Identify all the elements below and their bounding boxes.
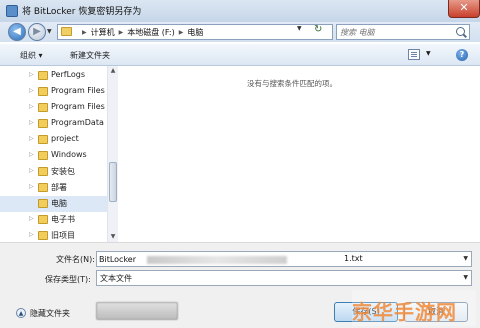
nav-scrollbar[interactable]: ▲ ▼ [107,66,118,242]
folder-icon [38,231,48,240]
file-list[interactable]: 没有与搜索条件匹配的项。 [119,66,480,242]
breadcrumb-separator-icon[interactable]: ▶ [179,29,184,36]
close-button[interactable]: ✕ [448,0,480,18]
breadcrumb: ▶ 计算机 ▶ 本地磁盘 (F:) ▶ 电脑 [78,27,203,38]
search-icon[interactable] [456,27,465,36]
folder-icon [38,151,48,160]
nav-item-label: 电脑 [51,199,67,208]
collapse-icon[interactable]: ▲ [16,308,26,318]
breadcrumb-drive[interactable]: 本地磁盘 (F:) [127,27,174,38]
nav-item-label: project [51,134,79,143]
title-bar: 将 BitLocker 恢复密钥另存为 ✕ [0,0,480,22]
nav-item-programdata[interactable]: ▷ ProgramData [0,116,108,132]
address-history-dropdown-icon[interactable]: ▼ [297,25,302,32]
nav-item-label: PerfLogs [51,70,86,79]
nav-item-windows[interactable]: ▷ Windows [0,148,108,164]
folder-icon [38,87,48,96]
nav-item-ebooks[interactable]: ▷ 电子书 [0,212,108,228]
organize-menu-button[interactable]: 组织 ▾ [20,50,43,61]
breadcrumb-separator-icon[interactable]: ▶ [119,29,124,36]
nav-item-computer-folder[interactable]: 电脑 [0,196,108,212]
filename-dropdown-icon[interactable]: ▼ [463,255,468,262]
hide-folders-label: 隐藏文件夹 [30,309,70,318]
toolbar: 组织 ▾ 新建文件夹 ▼ ? [0,44,480,66]
nav-item-label: Windows [51,150,87,159]
redacted-filename-segment [147,256,287,264]
back-button[interactable]: ◀ [8,23,26,41]
view-dropdown-icon[interactable]: ▼ [426,50,431,57]
filetype-dropdown-icon[interactable]: ▼ [463,274,468,281]
scrollbar-thumb[interactable] [109,162,117,202]
nav-item-label: ProgramData [51,118,104,127]
expand-arrow-icon[interactable]: ▷ [29,87,34,94]
filetype-select[interactable]: 文本文件 ▼ [96,270,472,286]
nav-item-label: 旧项目 [51,231,75,240]
forward-button[interactable]: ▶ [28,23,46,41]
search-box[interactable] [336,24,470,40]
filename-field[interactable]: 1.txt ▼ [96,251,472,267]
navigation-pane: ▷ PerfLogs ▷ Program Files ▷ Program Fil… [0,66,118,242]
expand-arrow-icon[interactable]: ▷ [29,119,34,126]
folder-icon [38,135,48,144]
expand-arrow-icon[interactable]: ▷ [29,103,34,110]
expand-arrow-icon[interactable]: ▷ [29,151,34,158]
expand-arrow-icon[interactable]: ▷ [29,231,34,238]
folder-icon [38,119,48,128]
recent-pages-dropdown-icon[interactable]: ▼ [47,28,52,35]
folder-icon [38,167,48,176]
redacted-button [96,302,178,320]
filename-label: 文件名(N): [56,255,95,264]
watermark-text: 京华手游网 [352,300,457,324]
folder-icon [38,183,48,192]
expand-arrow-icon[interactable]: ▷ [29,135,34,142]
breadcrumb-computer[interactable]: 计算机 [91,27,115,38]
help-icon[interactable]: ? [456,49,468,61]
expand-arrow-icon[interactable]: ▷ [29,167,34,174]
folder-icon [38,199,48,208]
nav-item-label: 安装包 [51,167,75,176]
nav-item-program-files[interactable]: ▷ Program Files [0,84,108,100]
expand-arrow-icon[interactable]: ▷ [29,183,34,190]
nav-item-project[interactable]: ▷ project [0,132,108,148]
nav-item-label: Program Files [51,102,105,111]
refresh-icon[interactable]: ↻ [314,24,322,35]
nav-item-label: 部署 [51,183,67,192]
nav-item-label: 电子书 [51,215,75,224]
expand-arrow-icon[interactable]: ▷ [29,215,34,222]
nav-item-program-files-x86[interactable]: ▷ Program Files [0,100,108,116]
nav-item-perflogs[interactable]: ▷ PerfLogs [0,68,108,84]
view-options-icon[interactable] [408,49,420,60]
scroll-down-icon[interactable]: ▼ [108,232,118,242]
filetype-label: 保存类型(T): [45,275,91,284]
folder-icon [38,71,48,80]
nav-item-installers[interactable]: ▷ 安装包 [0,164,108,180]
nav-item-label: Program Files [51,86,105,95]
expand-arrow-icon[interactable]: ▷ [29,71,34,78]
breadcrumb-separator-icon[interactable]: ▶ [82,29,87,36]
nav-item-deploy[interactable]: ▷ 部署 [0,180,108,196]
filename-extension: 1.txt [344,254,363,263]
empty-results-message: 没有与搜索条件匹配的项。 [247,79,337,88]
breadcrumb-folder[interactable]: 电脑 [187,27,203,38]
folder-icon [38,215,48,224]
window-title: 将 BitLocker 恢复密钥另存为 [22,7,142,17]
new-folder-button[interactable]: 新建文件夹 [70,50,110,61]
filetype-value: 文本文件 [100,274,132,283]
search-input[interactable] [340,26,452,38]
app-icon [6,5,18,17]
folder-icon [61,27,72,36]
folder-icon [38,103,48,112]
address-bar[interactable]: ▶ 计算机 ▶ 本地磁盘 (F:) ▶ 电脑 [57,24,333,40]
site-watermark: 京华手游网 [352,290,476,326]
scroll-up-icon[interactable]: ▲ [108,66,118,76]
